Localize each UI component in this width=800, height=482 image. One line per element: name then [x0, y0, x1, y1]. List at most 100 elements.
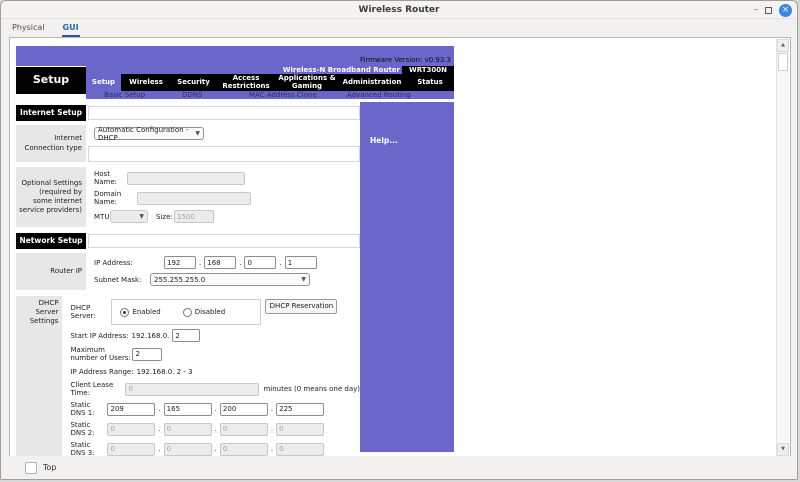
subnav-mac-address-clone[interactable]: MAC Address Clone	[249, 91, 317, 99]
static-dns3-label: Static DNS 3:	[70, 441, 107, 457]
tab-gui[interactable]: GUI	[62, 23, 80, 37]
page-header: Setup Wireless-N Broadband Router WRT300…	[16, 66, 454, 99]
lease-time-suffix: minutes (0 means one day)	[263, 385, 360, 393]
scroll-up-icon[interactable]: ▲	[777, 39, 789, 52]
dns3-octet-4	[276, 443, 324, 456]
dns1-octet-2[interactable]	[164, 403, 212, 416]
subnet-mask-label: Subnet Mask:	[94, 276, 150, 284]
octet-separator: .	[271, 425, 273, 433]
titlebar: Wireless Router – ×	[1, 1, 797, 19]
static-dns1-label: Static DNS 1:	[70, 401, 107, 417]
window-title: Wireless Router	[1, 1, 797, 19]
mtu-select: ▼	[110, 210, 148, 223]
vertical-scrollbar[interactable]: ▲ ▼	[776, 39, 789, 456]
octet-separator: .	[215, 445, 217, 453]
octet-separator: .	[271, 445, 273, 453]
view-tabbar: Physical GUI	[1, 19, 797, 37]
statusbar: Top	[1, 456, 797, 479]
sub-nav: Basic Setup DDNS MAC Address Clone Advan…	[86, 91, 454, 99]
chevron-down-icon: ▼	[195, 130, 200, 137]
setup-form: Internet Setup Internet Connection type …	[16, 105, 360, 478]
dns2-octet-3	[220, 423, 268, 436]
header-spacer	[88, 106, 360, 120]
dhcp-enabled-radio[interactable]	[120, 308, 129, 317]
max-users-label: Maximum number of Users:	[70, 346, 132, 362]
top-checkbox[interactable]	[25, 462, 37, 474]
product-name: Wireless-N Broadband Router	[283, 66, 400, 74]
model-number: WRT300N	[402, 66, 454, 74]
mtu-label: MTU:	[94, 213, 110, 221]
nav-applications-gaming[interactable]: Applications & Gaming	[276, 74, 338, 91]
subnet-mask-value: 255.255.255.0	[154, 276, 205, 284]
main-nav: Setup Wireless Security Access Restricti…	[86, 74, 454, 91]
nav-setup[interactable]: Setup	[86, 74, 121, 91]
chevron-down-icon: ▼	[139, 213, 144, 220]
start-ip-prefix: 192.168.0.	[132, 332, 170, 340]
optional-settings-label: Optional Settings (required by some inte…	[16, 167, 86, 227]
mtu-size-input	[174, 210, 214, 223]
dns1-octet-4[interactable]	[276, 403, 324, 416]
firmware-version: Firmware Version: v0.93.3	[360, 56, 451, 64]
ip-octet-4[interactable]	[285, 256, 317, 269]
nav-wireless[interactable]: Wireless	[121, 74, 171, 91]
dns1-octet-1[interactable]	[107, 403, 155, 416]
octet-separator: .	[158, 405, 160, 413]
octet-separator: .	[279, 259, 281, 267]
scrollbar-thumb[interactable]	[778, 53, 788, 71]
gui-viewport: Firmware Version: v0.93.3 Setup Wireless…	[9, 37, 791, 457]
dhcp-disabled-radio[interactable]	[183, 308, 192, 317]
dns1-octet-3[interactable]	[220, 403, 268, 416]
minimize-button[interactable]: –	[754, 5, 759, 15]
octet-separator: .	[271, 405, 273, 413]
lease-time-input	[125, 383, 259, 396]
size-label: Size:	[156, 213, 174, 221]
dhcp-reservation-button[interactable]: DHCP Reservation	[265, 299, 337, 314]
connection-type-select[interactable]: Automatic Configuration - DHCP ▼	[94, 127, 204, 140]
start-ip-label: Start IP Address:	[70, 332, 128, 340]
ip-range-label: IP Address Range:	[70, 368, 133, 376]
dns2-octet-2	[164, 423, 212, 436]
nav-status[interactable]: Status	[406, 74, 454, 91]
nav-security[interactable]: Security	[171, 74, 216, 91]
subnav-advanced-routing[interactable]: Advanced Routing	[347, 91, 411, 99]
dns3-octet-1	[107, 443, 155, 456]
scroll-down-icon[interactable]: ▼	[777, 443, 789, 456]
top-checkbox-label: Top	[43, 463, 57, 472]
octet-separator: .	[239, 259, 241, 267]
domain-name-label: Domain Name:	[94, 190, 137, 206]
octet-separator: .	[215, 405, 217, 413]
dhcp-enabled-label: Enabled	[132, 308, 160, 316]
close-button[interactable]: ×	[779, 4, 792, 17]
subnet-mask-select[interactable]: 255.255.255.0 ▼	[150, 273, 310, 286]
ip-octet-3[interactable]	[244, 256, 276, 269]
dns2-octet-1	[107, 423, 155, 436]
start-ip-input[interactable]	[172, 329, 200, 342]
model-strip: Wireless-N Broadband Router WRT300N	[86, 66, 454, 74]
domain-name-input	[137, 192, 251, 205]
subnav-basic-setup[interactable]: Basic Setup	[104, 91, 145, 99]
ip-octet-2[interactable]	[204, 256, 236, 269]
dns2-octet-4	[276, 423, 324, 436]
chevron-down-icon: ▼	[301, 276, 306, 283]
host-name-input	[127, 172, 245, 185]
subnav-ddns[interactable]: DDNS	[182, 91, 202, 99]
connection-type-value: Automatic Configuration - DHCP	[98, 126, 191, 142]
router-window: Wireless Router – × Physical GUI Firmwar…	[0, 0, 798, 480]
ip-address-label: IP Address:	[94, 259, 164, 267]
dns3-octet-3	[220, 443, 268, 456]
linksys-setup-page: Firmware Version: v0.93.3 Setup Wireless…	[16, 46, 454, 480]
host-name-label: Host Name:	[94, 170, 127, 186]
octet-separator: .	[158, 445, 160, 453]
maximize-button[interactable]	[765, 7, 772, 14]
help-sidebar: Help...	[360, 102, 454, 452]
top-banner: Firmware Version: v0.93.3	[16, 46, 454, 66]
ip-octet-1[interactable]	[164, 256, 196, 269]
nav-access-restrictions[interactable]: Access Restrictions	[216, 74, 276, 91]
help-link[interactable]: Help...	[370, 136, 398, 145]
page-title: Setup	[16, 67, 86, 94]
header-spacer	[88, 234, 360, 248]
nav-administration[interactable]: Administration	[338, 74, 406, 91]
tab-physical[interactable]: Physical	[11, 23, 46, 37]
max-users-input[interactable]	[132, 348, 162, 361]
dns3-octet-2	[164, 443, 212, 456]
